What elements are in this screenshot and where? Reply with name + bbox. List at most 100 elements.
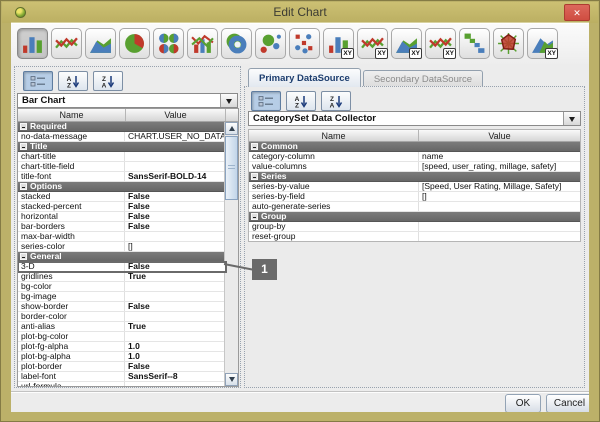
property-name[interactable]: label-font [18,372,125,381]
radar-chart-button[interactable] [493,28,524,59]
sort-za-button[interactable]: ZA [321,91,351,111]
categorize-button[interactable] [23,71,53,91]
scatter-chart-button[interactable] [289,28,320,59]
group-row-common[interactable]: Common [249,142,580,152]
property-name[interactable]: reset-group [249,232,419,241]
chart-type-dropdown[interactable]: Bar Chart [17,93,238,108]
property-name[interactable]: border-color [18,312,125,321]
property-name[interactable]: plot-bg-alpha [18,352,125,361]
property-name[interactable]: max-bar-width [18,232,125,241]
property-row-plot-bg-alpha[interactable]: plot-bg-alpha 1.0 [18,352,226,362]
property-row-stacked-percent[interactable]: stacked-percent False [18,202,226,212]
property-row-stacked[interactable]: stacked False [18,192,226,202]
scroll-down-icon[interactable] [225,373,238,386]
scrollbar-thumb[interactable] [225,136,238,200]
property-name[interactable]: plot-bg-color [18,332,125,341]
property-row-bg-color[interactable]: bg-color [18,282,226,292]
ok-button[interactable]: OK [505,394,541,412]
property-value[interactable]: False [125,302,226,311]
property-value[interactable] [125,232,226,241]
property-value[interactable]: SansSerif-BOLD-14 [125,172,226,181]
property-value[interactable]: True [125,322,226,331]
tab-primary-datasource[interactable]: Primary DataSource [248,68,361,87]
property-name[interactable]: anti-alias [18,322,125,331]
property-row-show-border[interactable]: show-border False [18,302,226,312]
line-chart-button[interactable] [51,28,82,59]
group-row-required[interactable]: Required [18,122,226,132]
property-name[interactable]: stacked-percent [18,202,125,211]
property-value[interactable]: False [125,202,226,211]
column-header-name[interactable]: Name [249,130,419,141]
property-name[interactable]: no-data-message [18,132,125,141]
sort-az-button[interactable]: AZ [58,71,88,91]
property-name[interactable]: url-formula [18,382,125,386]
property-value[interactable]: SansSerif--8 [125,372,226,381]
sort-za-button[interactable]: ZA [93,71,123,91]
property-value[interactable] [419,222,580,231]
property-name[interactable]: gridlines [18,272,125,281]
tab-secondary-datasource[interactable]: Secondary DataSource [362,70,484,87]
group-row-series[interactable]: Series [249,172,580,182]
property-value[interactable]: False [125,222,226,231]
property-name[interactable]: title-font [18,172,125,181]
vertical-scrollbar[interactable] [224,122,238,386]
property-value[interactable] [125,312,226,321]
property-value[interactable] [419,232,580,241]
line-xy-chart-button[interactable]: XY [357,28,388,59]
group-row-title[interactable]: Title [18,142,226,152]
property-value[interactable]: False [125,362,226,371]
property-row-3-d[interactable]: 3-D False [18,261,227,273]
property-row-border-color[interactable]: border-color [18,312,226,322]
title-bar[interactable]: Edit Chart ✕ [2,2,598,23]
column-header-value[interactable]: Value [126,109,226,121]
chevron-down-icon[interactable] [563,112,580,125]
collapse-icon[interactable] [20,123,27,130]
property-name[interactable]: series-by-field [249,192,419,201]
bar-line-chart-button[interactable] [187,28,218,59]
property-name[interactable]: plot-fg-alpha [18,342,125,351]
chevron-down-icon[interactable] [220,94,237,107]
area-xy-chart-button[interactable]: XY [391,28,422,59]
property-value[interactable]: [] [419,192,580,201]
property-name[interactable]: show-border [18,302,125,311]
collapse-icon[interactable] [20,143,27,150]
property-row-gridlines[interactable]: gridlines True [18,272,226,282]
pie-chart-button[interactable] [119,28,150,59]
property-value[interactable]: [Speed, User Rating, Millage, Safety] [419,182,580,191]
property-row-value-columns[interactable]: value-columns [speed, user_rating, millag… [249,162,580,172]
property-row-series-by-value[interactable]: series-by-value [Speed, User Rating, Mill… [249,182,580,192]
property-value[interactable]: [speed, user_rating, millage, safety] [419,162,580,171]
collapse-icon[interactable] [251,173,258,180]
property-name[interactable]: series-color [18,242,125,251]
property-row-chart-title-field[interactable]: chart-title-field [18,162,226,172]
collapse-icon[interactable] [251,213,258,220]
property-name[interactable]: category-column [249,152,419,161]
collapse-icon[interactable] [20,183,27,190]
bubble-chart-button[interactable] [255,28,286,59]
property-value[interactable]: name [419,152,580,161]
multi-pie-chart-button[interactable] [153,28,184,59]
property-name[interactable]: chart-title-field [18,162,125,171]
property-name[interactable]: auto-generate-series [249,202,419,211]
property-value[interactable]: 1.0 [125,342,226,351]
property-row-plot-border[interactable]: plot-border False [18,362,226,372]
property-name[interactable]: group-by [249,222,419,231]
property-name[interactable]: 3-D [18,262,125,271]
step-chart-button[interactable] [459,28,490,59]
property-name[interactable]: plot-border [18,362,125,371]
property-name[interactable]: bg-image [18,292,125,301]
line-xy2-chart-button[interactable]: XY [425,28,456,59]
property-value[interactable] [125,382,226,386]
property-row-horizontal[interactable]: horizontal False [18,212,226,222]
property-value[interactable]: CHART.USER_NO_DATA_... [125,132,226,141]
property-name[interactable]: series-by-value [249,182,419,191]
property-name[interactable]: bg-color [18,282,125,291]
property-row-bar-borders[interactable]: bar-borders False [18,222,226,232]
property-value[interactable] [125,292,226,301]
property-value[interactable]: False [125,212,226,221]
property-value[interactable] [125,162,226,171]
property-row-chart-title[interactable]: chart-title [18,152,226,162]
group-row-options[interactable]: Options [18,182,226,192]
property-value[interactable] [125,332,226,341]
property-row-no-data-message[interactable]: no-data-messageCHART.USER_NO_DATA_... [18,132,226,142]
